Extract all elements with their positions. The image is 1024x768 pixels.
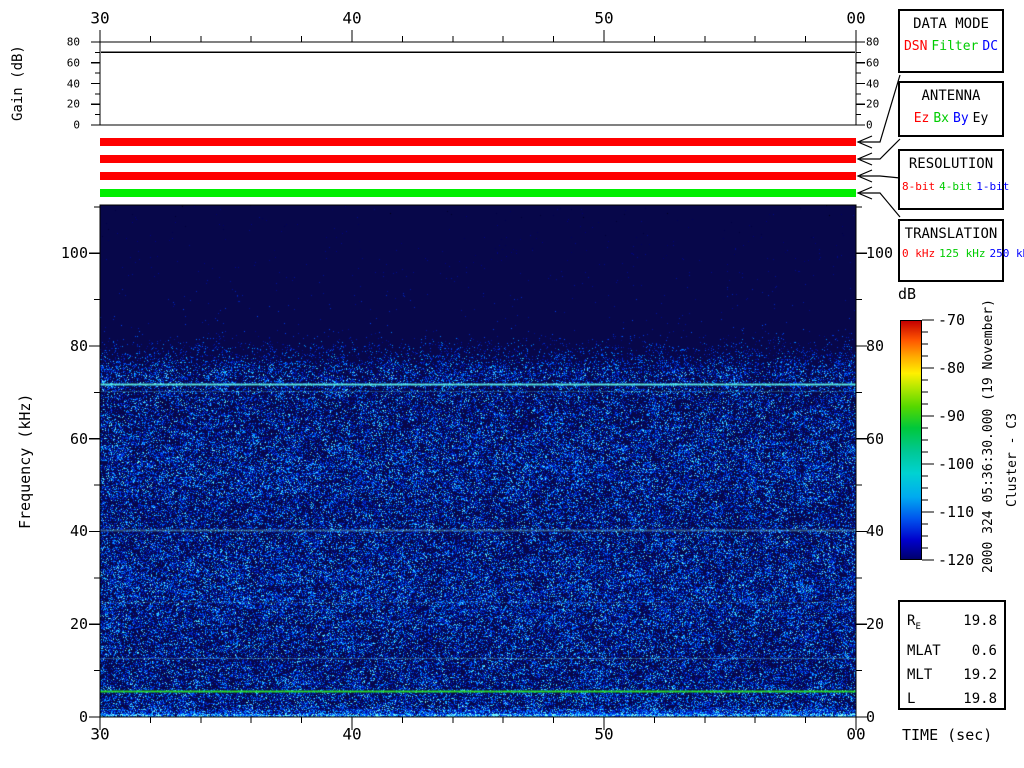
panel-antenna-options: Ez Bx By Ey [900, 111, 1002, 126]
gain-tick-label-left: 20 [66, 97, 80, 111]
frequency-axis-title: Frequency (kHz) [16, 393, 34, 529]
option-8-bit: 8-bit [902, 180, 936, 193]
freq-tick-label-left: 80 [69, 336, 88, 355]
panel-translation: TRANSLATION 0 kHz125 kHz250 kHz500 kHz [898, 219, 1024, 282]
arrow-resolution [860, 175, 901, 179]
status-bar-data-mode [100, 138, 856, 146]
arrow-translation [860, 192, 901, 218]
gain-tick-label-right: 80 [866, 35, 880, 49]
option-125-khz: 125 kHz [939, 247, 986, 260]
option-dsn: DSN [903, 39, 928, 54]
option-ey: Ey [972, 111, 989, 126]
freq-tick-label-right: 80 [866, 336, 885, 355]
row-label: MLT [907, 666, 933, 683]
table-row: MLT 19.2 [907, 663, 997, 687]
freq-tick-label-left: 40 [69, 522, 88, 541]
freq-tick-label-left: 0 [78, 708, 88, 726]
time-tick-label-bottom: 50 [594, 724, 614, 744]
freq-tick-label-right: 0 [866, 708, 876, 726]
colorbar-tick-label: -90 [938, 407, 966, 425]
gain-tick-label-right: 0 [866, 118, 873, 132]
freq-tick-label-left: 20 [69, 615, 88, 634]
row-value: 0.6 [971, 642, 997, 659]
option-250-khz: 250 kHz [989, 247, 1024, 260]
spectrogram-canvas [100, 205, 856, 717]
panel-data-mode-options: DSN Filter DC [900, 39, 1002, 54]
freq-tick-label-right: 60 [866, 429, 885, 448]
option-dc: DC [982, 39, 999, 54]
status-bar-resolution [100, 172, 856, 180]
row-value: 19.8 [963, 690, 997, 707]
time-tick-label-top: 50 [594, 8, 614, 28]
colorbar-tick-label: -70 [938, 311, 966, 329]
panel-resolution-options: 8-bit 4-bit 1-bit [900, 179, 1009, 194]
panel-resolution: RESOLUTION 8-bit 4-bit 1-bit [898, 149, 1009, 210]
time-tick-label-top: 30 [90, 8, 110, 28]
colorbar [900, 320, 922, 560]
arrowhead [856, 152, 873, 166]
time-tick-label-bottom: 00 [846, 724, 866, 744]
row-value: 19.8 [963, 613, 997, 629]
spacecraft-side-text: Cluster - C3 [1005, 413, 1020, 507]
colorbar-tick-label: -80 [938, 359, 966, 377]
row-value: 19.2 [963, 666, 997, 683]
gain-tick-label-left: 80 [66, 35, 80, 49]
panel-antenna-title: ANTENNA [921, 88, 981, 104]
arrow-antenna [860, 138, 901, 160]
timestamp-side-text: 2000 324 05:36:30.000 (19 November) [981, 299, 996, 574]
option-by: By [953, 111, 969, 126]
time-tick-label-bottom: 40 [342, 724, 362, 744]
time-tick-label-top: 40 [342, 8, 362, 28]
table-row: RE 19.8 [907, 609, 997, 639]
colorbar-tick-label: -100 [938, 455, 975, 473]
wbd-spectrogram-page: Gain (dB) Frequency (kHz) DATA MODE DSN F… [0, 0, 1024, 768]
status-bar-translation [100, 189, 856, 197]
panel-resolution-title: RESOLUTION [908, 156, 994, 172]
gain-tick-label-right: 40 [866, 77, 880, 90]
panel-data-mode-title: DATA MODE [913, 16, 989, 32]
time-tick-label-bottom: 30 [90, 724, 110, 744]
colorbar-title: dB [898, 285, 917, 303]
freq-tick-label-left: 60 [69, 429, 88, 448]
option-filter: Filter [931, 39, 979, 54]
colorbar-tick-label: -120 [938, 551, 975, 569]
table-row: L 19.8 [907, 687, 997, 711]
gain-tick-label-right: 20 [866, 97, 880, 111]
gain-tick-label-left: 40 [66, 77, 80, 90]
row-label: MLAT [907, 642, 941, 659]
option-0-khz: 0 kHz [902, 247, 936, 260]
status-bar-antenna [100, 155, 856, 163]
arrowhead [856, 135, 873, 149]
option-bx: Bx [933, 111, 949, 126]
freq-tick-label-right: 20 [866, 615, 885, 634]
panel-translation-options: 0 kHz125 kHz250 kHz500 kHz [900, 246, 1024, 261]
colorbar-tick-label: -110 [938, 503, 975, 521]
row-label: L [907, 690, 916, 707]
gain-plot [100, 42, 856, 125]
table-row: MLAT 0.6 [907, 639, 997, 663]
arrowhead [856, 186, 873, 200]
freq-tick-label-left: 100 [60, 244, 88, 263]
panel-data-mode: DATA MODE DSN Filter DC [898, 9, 1004, 73]
option-ez: Ez [913, 111, 930, 126]
ephemeris-table: RE 19.8 MLAT 0.6 MLT 19.2 L 19.8 [898, 600, 1006, 710]
arrowhead [856, 169, 873, 183]
freq-tick-label-right: 40 [866, 522, 885, 541]
panel-translation-title: TRANSLATION [904, 226, 998, 242]
gain-tick-label-left: 60 [66, 56, 80, 70]
option-4-bit: 4-bit [939, 180, 973, 193]
gain-tick-label-left: 0 [73, 118, 80, 132]
freq-tick-label-right: 100 [866, 244, 894, 263]
time-axis-title: TIME (sec) [902, 726, 993, 744]
gain-tick-label-right: 60 [866, 56, 880, 70]
option-1-bit: 1-bit [976, 180, 1010, 193]
time-tick-label-top: 00 [846, 8, 866, 28]
row-label: RE [907, 613, 921, 632]
panel-antenna: ANTENNA Ez Bx By Ey [898, 81, 1004, 137]
